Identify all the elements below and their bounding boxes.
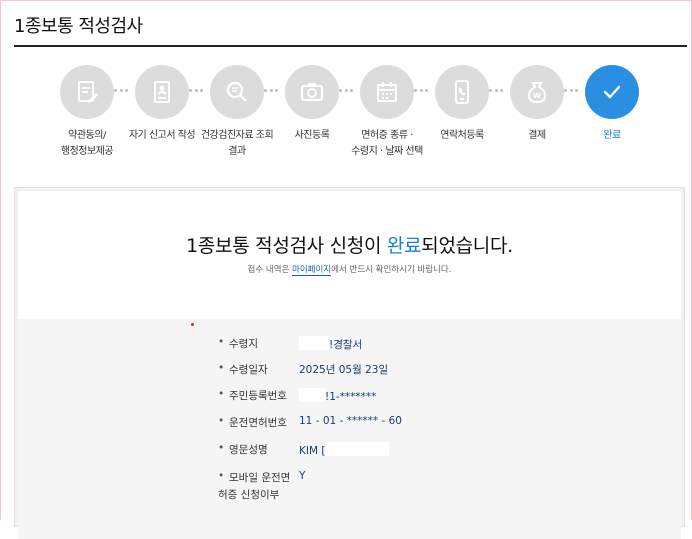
row-label: 수령지 xyxy=(229,338,258,350)
title-divider xyxy=(14,45,687,47)
completion-panel: 1종보통 적성검사 신청이 완료되었습니다. 접수 내역은 마이페이지에서 반드… xyxy=(14,187,685,539)
row-label: 운전면허번호 xyxy=(229,417,287,429)
id-card-icon xyxy=(135,65,189,119)
page-title: 1종보통 적성검사 xyxy=(14,16,143,37)
camera-icon xyxy=(285,65,339,119)
won-payment-icon: W xyxy=(510,65,564,119)
calendar-icon xyxy=(360,65,414,119)
row-label: 영문성명 xyxy=(229,444,268,456)
check-icon xyxy=(585,65,639,119)
document-edit-icon xyxy=(60,65,114,119)
step-label-2: 결과 xyxy=(228,146,246,157)
search-doc-icon xyxy=(210,65,264,119)
completion-highlight: 완료 xyxy=(386,235,422,257)
progress-steps: 약관동의/ 행정정보제공 자기 신고서 작성 건강검진자료 조회 결과 사진등록 xyxy=(1,65,692,165)
redaction-mask xyxy=(325,442,390,456)
step-label-2: 수령지 · 날짜 선택 xyxy=(351,146,423,157)
row-value: 11 - 01 - ****** - 60 xyxy=(299,415,402,427)
redaction-mask xyxy=(299,336,329,350)
row-value: 2025년 05월 23일 xyxy=(299,364,389,376)
row-label: 수령일자 xyxy=(229,364,268,376)
completion-notice: 접수 내역은 마이페이지에서 반드시 확인하시기 바랍니다. xyxy=(247,265,452,276)
mobile-phone-icon xyxy=(435,65,489,119)
step-complete: 완료 xyxy=(567,65,657,144)
required-marker xyxy=(191,323,194,326)
row-value: !경찰서 xyxy=(329,339,363,351)
mypage-link[interactable]: 마이페이지 xyxy=(292,265,332,276)
row-label: 모바일 운전면 xyxy=(229,472,291,484)
completion-title: 1종보통 적성검사 신청이 완료되었습니다. xyxy=(186,235,513,257)
row-label: 주민등록번호 xyxy=(229,390,287,402)
row-value: Y xyxy=(299,470,306,482)
redaction-mask xyxy=(299,388,325,402)
svg-text:W: W xyxy=(533,92,541,100)
step-label: 완료 xyxy=(603,130,621,141)
row-label-2: 허증 신청이부 xyxy=(218,489,280,501)
row-value: KIM [ xyxy=(299,445,326,457)
application-summary: • 수령지 !경찰서 • 수령일자 2025년 05월 23일 • 주민등록번호… xyxy=(18,319,681,539)
step-label-2: 행정정보제공 xyxy=(60,146,114,157)
row-value: !1-******* xyxy=(325,391,377,403)
